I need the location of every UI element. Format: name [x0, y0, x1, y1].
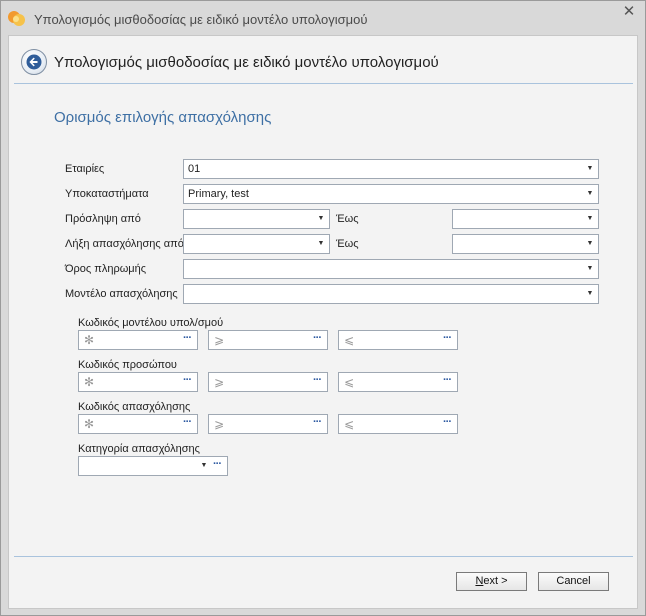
ellipsis-icon[interactable]: ···	[180, 332, 194, 346]
chevron-down-icon[interactable]: ▼	[585, 287, 595, 301]
employment-code-from-lookup[interactable]: ⩾ ···	[208, 414, 328, 434]
calc-model-code-all-lookup[interactable]: ✻ ···	[78, 330, 198, 350]
chevron-down-icon[interactable]: ▼	[199, 459, 209, 473]
hire-from-date[interactable]: ▼	[183, 209, 330, 229]
hire-from-label: Πρόσληψη από	[65, 213, 141, 225]
end-to-date[interactable]: ▼	[452, 234, 599, 254]
next-button[interactable]: Next >	[456, 572, 527, 591]
wizard-content: Υπολογισμός μισθοδοσίας με ειδικό μοντέλ…	[8, 35, 638, 609]
ellipsis-icon[interactable]: ···	[310, 374, 324, 388]
end-from-date[interactable]: ▼	[183, 234, 330, 254]
page-title: Υπολογισμός μισθοδοσίας με ειδικό μοντέλ…	[54, 54, 439, 71]
cancel-button[interactable]: Cancel	[538, 572, 609, 591]
chevron-down-icon[interactable]: ▼	[585, 262, 595, 276]
branches-value: Primary, test	[188, 188, 249, 200]
end-to-label: Έως	[336, 238, 359, 250]
less-equal-icon: ⩽	[344, 375, 355, 389]
person-code-all-lookup[interactable]: ✻ ···	[78, 372, 198, 392]
calc-model-code-to-lookup[interactable]: ⩽ ···	[338, 330, 458, 350]
employment-model-dropdown[interactable]: ▼	[183, 284, 599, 304]
chevron-down-icon[interactable]: ▼	[585, 187, 595, 201]
window-title: Υπολογισμός μισθοδοσίας με ειδικό μοντέλ…	[34, 12, 368, 27]
greater-equal-icon: ⩾	[214, 375, 225, 389]
ellipsis-icon[interactable]: ···	[440, 374, 454, 388]
hire-to-label: Έως	[336, 213, 359, 225]
ellipsis-icon[interactable]: ···	[210, 458, 224, 472]
hire-to-date[interactable]: ▼	[452, 209, 599, 229]
asterisk-icon: ✻	[84, 375, 95, 389]
footer-divider	[14, 556, 633, 557]
close-icon[interactable]: ✕	[621, 4, 637, 20]
asterisk-icon: ✻	[84, 333, 95, 347]
person-code-label: Κωδικός προσώπου	[78, 359, 177, 371]
ellipsis-icon[interactable]: ···	[180, 374, 194, 388]
ellipsis-icon[interactable]: ···	[440, 332, 454, 346]
app-logo-icon	[8, 11, 25, 26]
section-title: Ορισμός επιλογής απασχόλησης	[54, 109, 272, 126]
employment-category-dropdown[interactable]: ▼ ···	[78, 456, 228, 476]
greater-equal-icon: ⩾	[214, 417, 225, 431]
branches-label: Υποκαταστήματα	[65, 188, 149, 200]
dialog-window: Υπολογισμός μισθοδοσίας με ειδικό μοντέλ…	[0, 0, 646, 616]
companies-label: Εταιρίες	[65, 163, 105, 175]
header-divider	[14, 83, 633, 84]
employment-code-all-lookup[interactable]: ✻ ···	[78, 414, 198, 434]
employment-category-label: Κατηγορία απασχόλησης	[78, 443, 200, 455]
employment-code-label: Κωδικός απασχόλησης	[78, 401, 191, 413]
ellipsis-icon[interactable]: ···	[310, 416, 324, 430]
ellipsis-icon[interactable]: ···	[310, 332, 324, 346]
chevron-down-icon[interactable]: ▼	[585, 162, 595, 176]
less-equal-icon: ⩽	[344, 333, 355, 347]
calc-model-code-from-lookup[interactable]: ⩾ ···	[208, 330, 328, 350]
person-code-to-lookup[interactable]: ⩽ ···	[338, 372, 458, 392]
employment-code-to-lookup[interactable]: ⩽ ···	[338, 414, 458, 434]
companies-dropdown[interactable]: 01 ▼	[183, 159, 599, 179]
less-equal-icon: ⩽	[344, 417, 355, 431]
employment-model-label: Μοντέλο απασχόλησης	[65, 288, 178, 300]
chevron-down-icon[interactable]: ▼	[585, 237, 595, 251]
title-bar: Υπολογισμός μισθοδοσίας με ειδικό μοντέλ…	[1, 1, 645, 35]
chevron-down-icon[interactable]: ▼	[316, 212, 326, 226]
wizard-header: Υπολογισμός μισθοδοσίας με ειδικό μοντέλ…	[9, 36, 637, 84]
payment-term-label: Όρος πληρωμής	[65, 263, 147, 275]
end-from-label: Λήξη απασχόλησης από	[65, 238, 184, 250]
chevron-down-icon[interactable]: ▼	[585, 212, 595, 226]
branches-dropdown[interactable]: Primary, test ▼	[183, 184, 599, 204]
calc-model-code-label: Κωδικός μοντέλου υπολ/σμού	[78, 317, 224, 329]
payment-term-dropdown[interactable]: ▼	[183, 259, 599, 279]
ellipsis-icon[interactable]: ···	[440, 416, 454, 430]
chevron-down-icon[interactable]: ▼	[316, 237, 326, 251]
asterisk-icon: ✻	[84, 417, 95, 431]
ellipsis-icon[interactable]: ···	[180, 416, 194, 430]
back-button[interactable]	[21, 49, 47, 75]
person-code-from-lookup[interactable]: ⩾ ···	[208, 372, 328, 392]
back-arrow-icon	[26, 54, 42, 70]
companies-value: 01	[188, 163, 201, 175]
greater-equal-icon: ⩾	[214, 333, 225, 347]
